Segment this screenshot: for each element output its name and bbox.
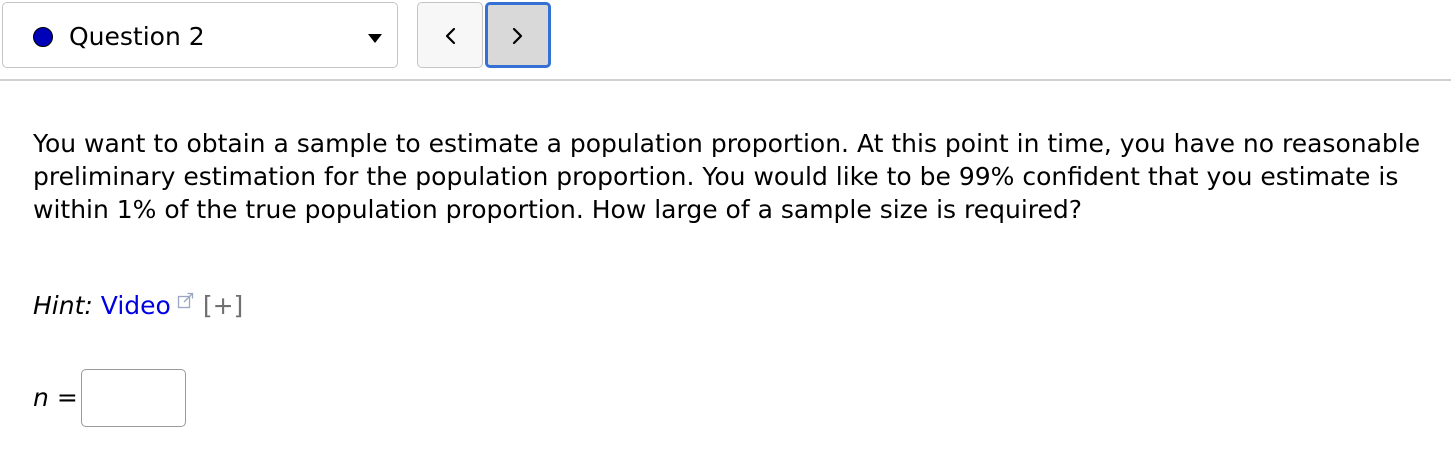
answer-label: n =	[33, 381, 78, 415]
hint-expand-toggle[interactable]: [+]	[203, 291, 243, 320]
caret-down-icon	[368, 34, 382, 43]
question-status-dot	[33, 27, 53, 47]
header-divider	[0, 79, 1451, 81]
previous-question-button[interactable]	[417, 2, 483, 68]
next-question-button[interactable]	[485, 2, 551, 68]
answer-equals-sign: =	[56, 383, 78, 412]
question-prompt: You want to obtain a sample to estimate …	[33, 129, 1421, 224]
hint-video-link[interactable]: Video	[101, 291, 171, 320]
chevron-right-icon	[512, 27, 523, 45]
hint-row: Hint: Video [+]	[33, 289, 243, 323]
question-select-label: Question 2	[69, 22, 205, 51]
chevron-left-icon	[445, 27, 456, 45]
answer-variable: n	[33, 383, 49, 412]
hint-label: Hint:	[33, 291, 93, 320]
answer-input[interactable]	[81, 369, 186, 427]
external-link-icon	[177, 292, 193, 309]
question-select-dropdown[interactable]: Question 2	[2, 2, 398, 68]
